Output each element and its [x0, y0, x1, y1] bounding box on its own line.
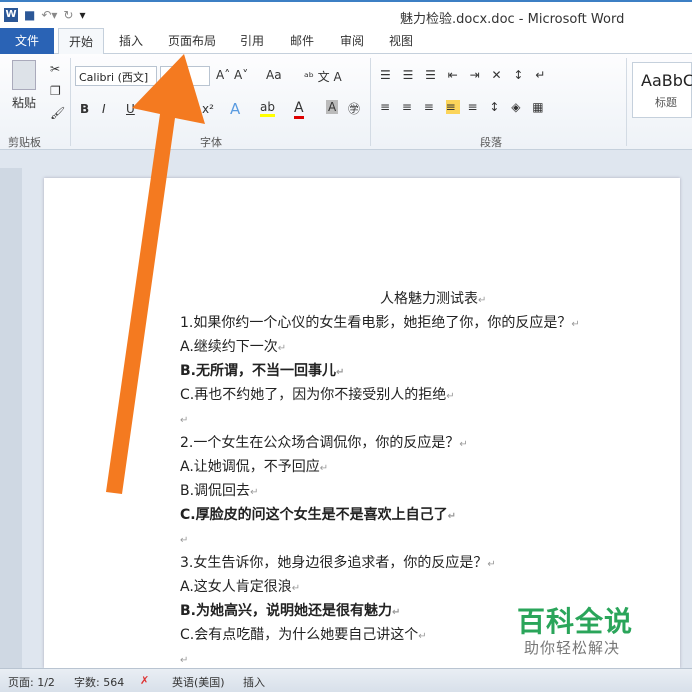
- word-count[interactable]: 字数: 564: [74, 674, 124, 690]
- language[interactable]: 英语(美国): [172, 674, 225, 690]
- proofing-icon[interactable]: ✗: [140, 674, 149, 687]
- orange-arrow-annotation: [106, 54, 205, 494]
- insert-mode[interactable]: 插入: [243, 674, 265, 690]
- page-count[interactable]: 页面: 1/2: [8, 674, 55, 690]
- status-bar: 页面: 1/2 字数: 564 ✗ 英语(美国) 插入: [0, 668, 692, 692]
